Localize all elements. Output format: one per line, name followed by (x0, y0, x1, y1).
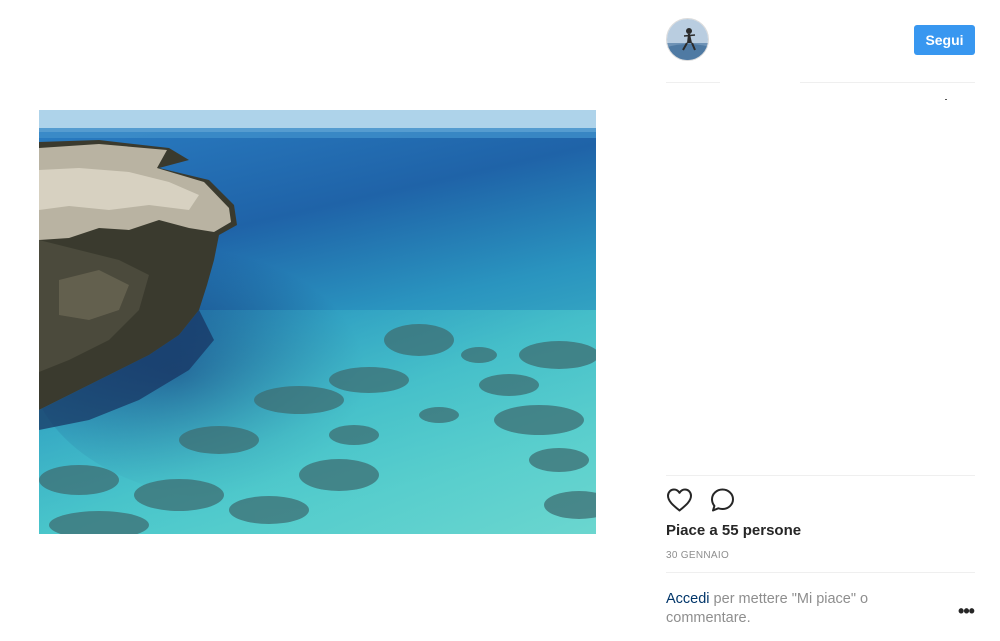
heart-icon[interactable] (666, 487, 693, 513)
more-options-icon[interactable]: ••• (955, 602, 977, 625)
seascape-photo (39, 110, 596, 534)
divider (666, 82, 720, 83)
avatar[interactable] (666, 18, 709, 61)
divider (666, 475, 975, 476)
divider (800, 82, 975, 83)
login-link[interactable]: Accedi (666, 591, 710, 607)
login-prompt: Accedi per mettere "Mi piace" o commenta… (666, 590, 921, 628)
comment-icon[interactable] (709, 487, 736, 513)
divider (666, 572, 975, 573)
profile-avatar-image (667, 19, 708, 60)
post-image (39, 110, 596, 534)
post-date: 30 GENNAIO (666, 550, 730, 561)
likes-count[interactable]: Piace a 55 persone (666, 522, 801, 539)
comments-area (666, 84, 975, 474)
follow-button[interactable]: Segui (914, 25, 975, 55)
